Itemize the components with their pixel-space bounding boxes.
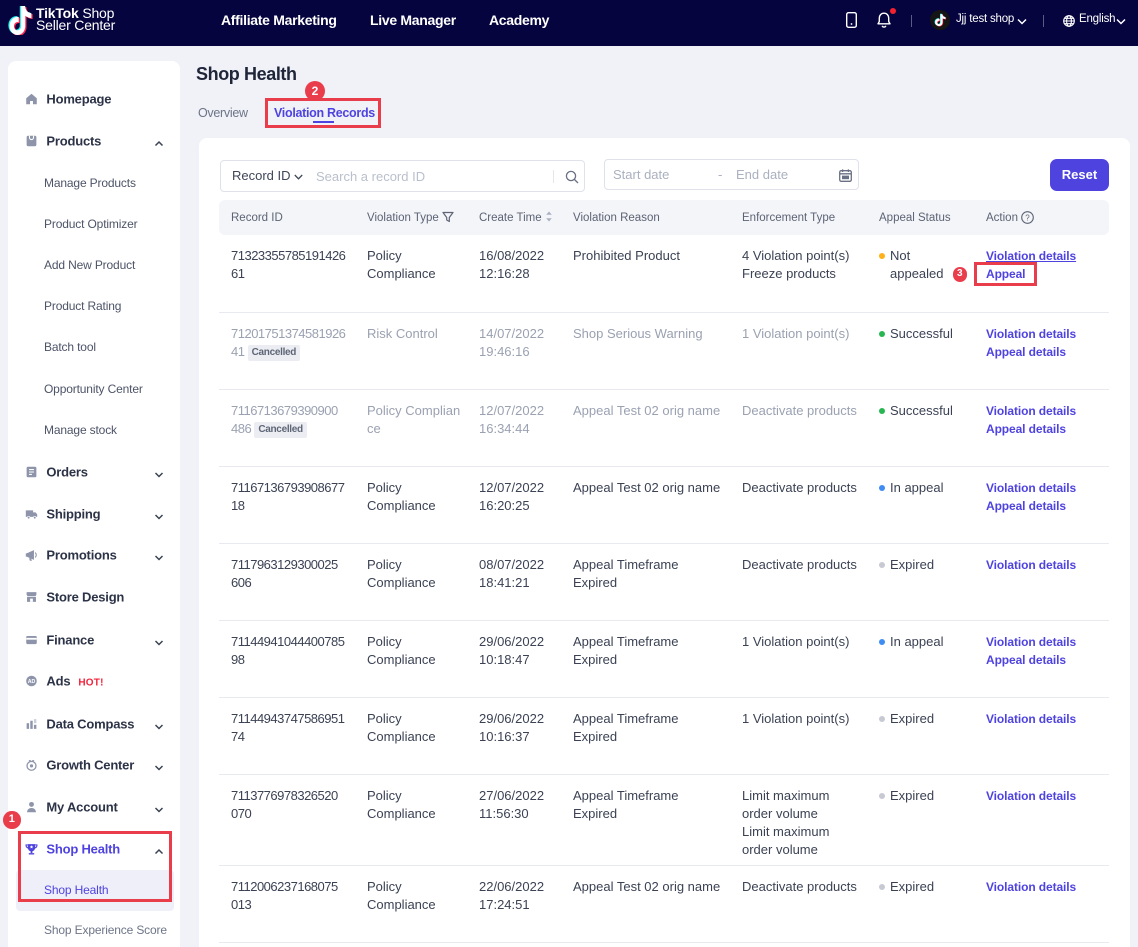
svg-text:?: ? <box>1025 213 1030 222</box>
svg-text:AD: AD <box>27 679 35 685</box>
